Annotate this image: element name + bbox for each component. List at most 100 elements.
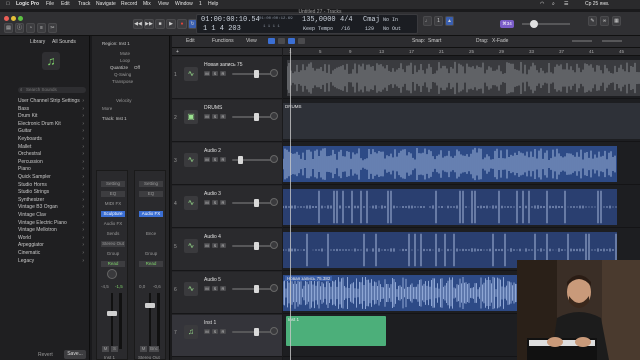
- track-name[interactable]: Audio 2: [204, 148, 221, 154]
- add-track-button[interactable]: +: [176, 49, 179, 55]
- library-category[interactable]: Drum Kit ›: [18, 113, 86, 120]
- master-volume-knob[interactable]: [530, 20, 538, 28]
- mute-button[interactable]: M: [204, 329, 210, 334]
- track-name[interactable]: Audio 4: [204, 234, 221, 240]
- solo-button[interactable]: S: [212, 71, 218, 76]
- track-name[interactable]: DRUMS: [204, 105, 222, 111]
- record-enable-button[interactable]: R: [220, 200, 226, 205]
- record-button[interactable]: ●: [177, 19, 187, 29]
- mixer-toggle-button[interactable]: ≡: [37, 23, 46, 33]
- solo-button[interactable]: S: [212, 200, 218, 205]
- track-volume-knob[interactable]: [254, 113, 259, 121]
- lcd-display[interactable]: 01:00:00:10.54 1 1 4 203 01:00:00:12.69 …: [196, 14, 418, 34]
- out-eq-button[interactable]: EQ: [139, 191, 163, 197]
- library-category[interactable]: Piano ›: [18, 166, 86, 173]
- menu-item-navigate[interactable]: Navigate: [96, 0, 116, 9]
- snap-select[interactable]: Smart: [428, 38, 441, 44]
- ruler[interactable]: 159131721252933374145: [283, 48, 640, 56]
- library-category[interactable]: Mallet ›: [18, 144, 86, 151]
- track-volume-knob[interactable]: [254, 285, 259, 293]
- library-category[interactable]: Synthesizer ›: [18, 197, 86, 204]
- strip-audio-fx[interactable]: Audio FX: [101, 221, 125, 226]
- library-category[interactable]: Percussion ›: [18, 159, 86, 166]
- lcd-division[interactable]: /16: [341, 26, 350, 32]
- solo-button[interactable]: S: [212, 286, 218, 291]
- solo-button[interactable]: S: [212, 114, 218, 119]
- count-in-button[interactable]: 1: [434, 16, 443, 26]
- track-name[interactable]: Новая запись 75: [204, 62, 243, 68]
- drag-select[interactable]: X-Fade: [492, 38, 508, 44]
- rewind-button[interactable]: ◀◀: [133, 19, 143, 29]
- strip-eq-button[interactable]: EQ: [101, 191, 125, 197]
- menu-item-window[interactable]: Window: [175, 0, 193, 9]
- lcd-tempo[interactable]: 135,0000: [302, 16, 336, 24]
- track-lane[interactable]: [283, 186, 640, 228]
- library-category[interactable]: Vintage Mellotron ›: [18, 227, 86, 234]
- editors-toggle-button[interactable]: ✂: [48, 23, 57, 33]
- track-header[interactable]: 6 ∿ Audio 5 M S R: [172, 272, 282, 314]
- apple-icon[interactable]: : [6, 0, 10, 9]
- menu-item-view[interactable]: View: [158, 0, 169, 9]
- strip-instrument-slot[interactable]: Sculpture: [101, 211, 125, 217]
- play-button[interactable]: ▶: [166, 19, 176, 29]
- strip-output[interactable]: Stereo Out: [101, 241, 125, 247]
- track-volume-knob[interactable]: [238, 156, 243, 164]
- zoom-vertical-icon[interactable]: [572, 40, 592, 42]
- library-category[interactable]: Arpeggiator ›: [18, 242, 86, 249]
- mute-button[interactable]: M: [204, 200, 210, 205]
- track-pan-knob[interactable]: [270, 155, 278, 163]
- track-name[interactable]: Audio 5: [204, 277, 221, 283]
- library-category[interactable]: Cinematic ›: [18, 250, 86, 257]
- record-enable-button[interactable]: R: [220, 286, 226, 291]
- library-filter[interactable]: All Sounds: [52, 39, 76, 45]
- flex-icon[interactable]: [278, 38, 285, 44]
- lcd-key[interactable]: Cmaj: [363, 16, 380, 24]
- smart-controls-button[interactable]: ◔: [26, 23, 35, 33]
- audio-region[interactable]: [283, 146, 617, 182]
- track-header[interactable]: 2 ▣ DRUMS M S R: [172, 100, 282, 142]
- track-inspector-header[interactable]: Track: Inst 1: [102, 116, 127, 121]
- notes-button[interactable]: ✎: [588, 16, 597, 26]
- click-button[interactable]: ▲: [445, 16, 454, 26]
- info-toggle-button[interactable]: ⓘ: [15, 23, 24, 33]
- track-volume-knob[interactable]: [254, 199, 259, 207]
- minimize-window-button[interactable]: [11, 16, 16, 21]
- quantize-value[interactable]: Off: [134, 65, 140, 70]
- track-volume-knob[interactable]: [254, 242, 259, 250]
- track-lane[interactable]: [283, 143, 640, 185]
- zoom-horizontal-icon[interactable]: [602, 40, 622, 42]
- edit-menu[interactable]: Edit: [186, 38, 195, 44]
- out-sends[interactable]: Bnce: [139, 231, 163, 236]
- track-lane[interactable]: [283, 57, 640, 99]
- cpu-badge[interactable]: ⌘34: [500, 20, 514, 28]
- wifi-icon[interactable]: ◠: [540, 0, 544, 9]
- track-pan-knob[interactable]: [270, 198, 278, 206]
- track-pan-knob[interactable]: [270, 112, 278, 120]
- solo-button[interactable]: S: [212, 243, 218, 248]
- record-enable-button[interactable]: R: [220, 71, 226, 76]
- menu-item-help[interactable]: Help: [208, 0, 218, 9]
- browser-button[interactable]: ▦: [612, 16, 621, 26]
- track-name[interactable]: Audio 3: [204, 191, 221, 197]
- menu-item-file[interactable]: File: [46, 0, 54, 9]
- library-category[interactable]: Legacy ›: [18, 258, 86, 265]
- record-enable-button[interactable]: R: [220, 243, 226, 248]
- menu-item-edit[interactable]: Edit: [61, 0, 70, 9]
- menu-item-1[interactable]: 1: [199, 0, 202, 9]
- catch-icon[interactable]: [268, 38, 275, 44]
- marquee-tool-icon[interactable]: [298, 38, 305, 44]
- playhead[interactable]: [290, 48, 291, 360]
- menu-item-app[interactable]: Logic Pro: [16, 0, 39, 9]
- track-header[interactable]: 7 ♫ Inst 1 M S R: [172, 315, 282, 357]
- track-header[interactable]: 5 ∿ Audio 4 M S R: [172, 229, 282, 271]
- library-category[interactable]: Guitar ›: [18, 128, 86, 135]
- library-category[interactable]: Quick Sampler ›: [18, 174, 86, 181]
- library-toggle-button[interactable]: ▤: [4, 23, 13, 33]
- functions-menu[interactable]: Functions: [212, 38, 234, 44]
- record-enable-button[interactable]: R: [220, 329, 226, 334]
- library-category[interactable]: Vintage Electric Piano ›: [18, 220, 86, 227]
- lcd-in[interactable]: No In: [383, 17, 398, 23]
- track-header[interactable]: 3 ∿ Audio 2 M S R: [172, 143, 282, 185]
- forward-button[interactable]: ▶▶: [144, 19, 154, 29]
- revert-button[interactable]: Revert: [38, 352, 53, 358]
